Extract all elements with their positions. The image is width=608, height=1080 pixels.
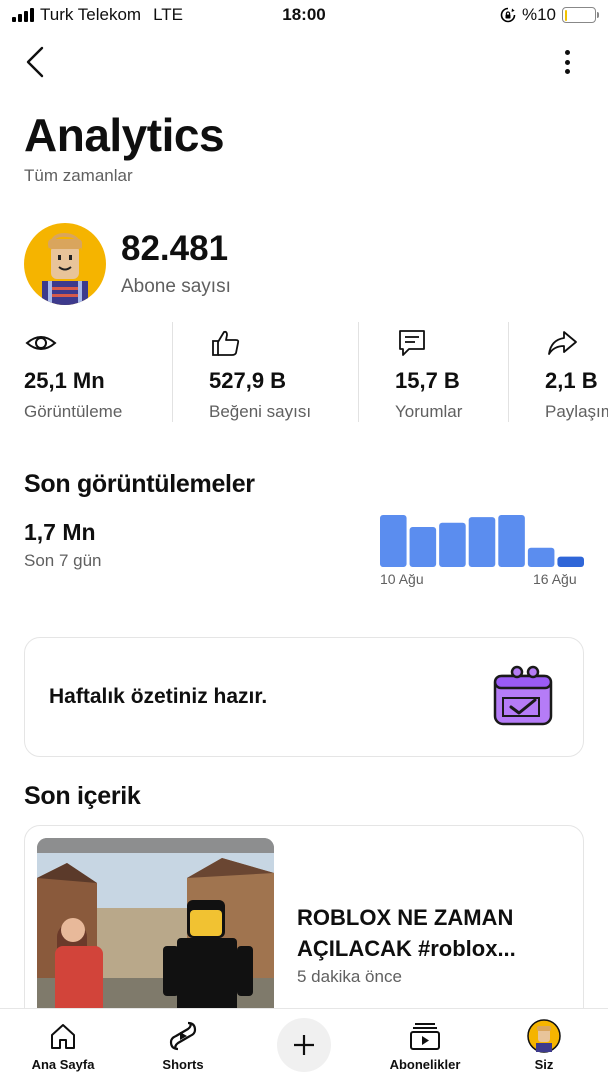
chart-bar-15-ağu[interactable] — [527, 547, 555, 567]
stat-value: 15,7 B — [395, 368, 460, 393]
more-options-button[interactable] — [556, 48, 578, 76]
more-dot — [564, 50, 570, 55]
more-dot — [564, 59, 570, 65]
status-bar: Turk Telekom LTE 18:00 %10 — [0, 0, 608, 32]
chevron-left-icon — [26, 46, 44, 78]
stat-value: 25,1 Mn — [24, 368, 105, 393]
battery-icon — [562, 7, 599, 23]
avatar-icon — [527, 1019, 561, 1053]
subscriptions-icon — [410, 1023, 440, 1050]
divider — [172, 322, 173, 422]
home-icon — [51, 1024, 75, 1049]
stat-value: 527,9 B — [209, 368, 287, 393]
plus-icon — [294, 1035, 314, 1055]
stat-label: Yorumlar — [395, 402, 463, 421]
stats-row: 25,1 Mn Görüntüleme 527,9 B Beğeni sayıs… — [0, 322, 608, 426]
shorts-icon — [169, 1021, 197, 1051]
battery-level — [564, 9, 568, 21]
nav-label: Ana Sayfa — [31, 1057, 95, 1072]
eye-icon — [25, 336, 57, 350]
video-title[interactable]: ROBLOX NE ZAMAN AÇILACAK #roblox... — [297, 902, 567, 964]
weekly-summary-text: Haftalık özetiniz hazır. — [49, 685, 268, 708]
subscriber-count: 82.481 — [121, 229, 229, 268]
subscriber-label: Abone sayısı — [121, 276, 231, 297]
divider — [358, 322, 359, 422]
period-selector[interactable]: Tüm zamanlar — [24, 166, 133, 186]
chart-end-label: 16 Ağu — [533, 571, 577, 587]
chart-bar-11-ağu[interactable] — [409, 526, 437, 567]
recent-views-title: Son görüntülemeler — [24, 470, 255, 498]
rotation-lock-icon — [500, 7, 516, 23]
chart-bar-16-ağu[interactable] — [557, 556, 584, 567]
nav-home[interactable]: Ana Sayfa — [20, 1009, 106, 1080]
nav-label: Siz — [534, 1057, 554, 1072]
stat-label: Görüntüleme — [24, 402, 123, 421]
battery-percent: %10 — [521, 5, 556, 24]
nav-subscriptions[interactable]: Abonelikler — [380, 1009, 470, 1080]
page-title: Analytics — [24, 109, 225, 161]
create-button[interactable] — [277, 1018, 331, 1072]
back-button[interactable] — [22, 44, 52, 80]
share-icon — [548, 331, 577, 355]
weekly-summary-card[interactable]: Haftalık özetiniz hazır. — [24, 637, 584, 757]
clapperboard-checklist-icon — [493, 665, 553, 726]
chart-bar-14-ağu[interactable] — [498, 515, 525, 567]
status-right: %10 — [500, 5, 599, 25]
more-dot — [564, 69, 570, 74]
channel-avatar[interactable] — [24, 223, 106, 305]
chart-start-label: 10 Ağu — [380, 571, 424, 587]
nav-label: Shorts — [162, 1057, 204, 1072]
views-bar-chart[interactable] — [380, 515, 584, 567]
stat-label: Paylaşım — [545, 402, 608, 421]
recent-views-period: Son 7 gün — [24, 551, 102, 570]
nav-you[interactable]: Siz — [514, 1009, 574, 1080]
chart-bar-10-ağu[interactable] — [380, 515, 407, 567]
comment-icon — [399, 330, 425, 356]
nav-label: Abonelikler — [389, 1057, 461, 1072]
chart-bar-13-ağu[interactable] — [468, 517, 496, 567]
nav-shorts[interactable]: Shorts — [143, 1009, 223, 1080]
chart-bar-12-ağu[interactable] — [439, 522, 466, 567]
stat-label: Beğeni sayısı — [209, 402, 312, 421]
thumbs-up-icon — [212, 330, 240, 356]
divider — [508, 322, 509, 422]
video-time: 5 dakika önce — [297, 967, 402, 986]
recent-views-value: 1,7 Mn — [24, 519, 96, 545]
stat-value: 2,1 B — [545, 368, 598, 393]
roblox-avatar-image — [24, 223, 106, 305]
recent-content-title: Son içerik — [24, 782, 141, 810]
